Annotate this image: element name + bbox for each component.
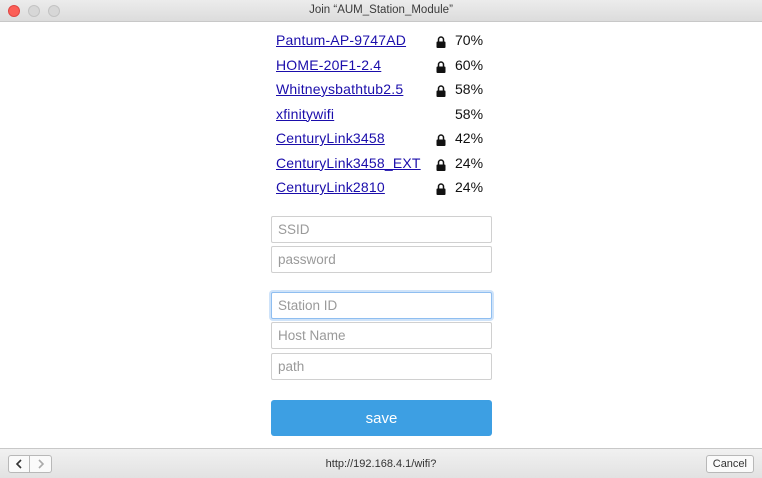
network-row: CenturyLink3458 42% [276, 128, 496, 153]
lock-icon [436, 36, 446, 48]
lock-icon [436, 60, 446, 73]
network-row: Whitneysbathtub2.5 58% [276, 79, 496, 104]
signal-strength: 24% [455, 154, 484, 171]
network-row: CenturyLink3458_EXT 24% [276, 153, 496, 178]
network-row: CenturyLink2810 24% [276, 177, 496, 202]
page-content: Pantum-AP-9747AD 70% HOME-20F1-2.4 60% Whitn… [0, 22, 762, 448]
url-label: http://192.168.4.1/wifi? [325, 458, 437, 470]
network-row: Pantum-AP-9747AD 70% [276, 30, 496, 55]
signal-strength: 58% [455, 105, 484, 122]
signal-strength: 42% [455, 130, 484, 146]
network-link[interactable]: CenturyLink3458 [276, 130, 385, 146]
signal-strength: 58% [455, 81, 484, 97]
lock-icon [436, 183, 446, 195]
network-row: HOME-20F1-2.4 60% [276, 55, 496, 80]
network-link[interactable]: xfinitywifi [276, 106, 334, 122]
path-input[interactable] [271, 353, 492, 380]
window-title: Join “AUM_Station_Module” [309, 4, 453, 16]
host-name-input[interactable] [271, 322, 492, 349]
network-link[interactable]: Whitneysbathtub2.5 [276, 81, 403, 97]
station-id-input[interactable] [271, 292, 492, 319]
lock-icon [436, 134, 446, 146]
network-list: Pantum-AP-9747AD 70% HOME-20F1-2.4 60% Whitn… [276, 30, 496, 202]
network-link[interactable]: Pantum-AP-9747AD [276, 32, 406, 48]
password-input[interactable] [271, 246, 492, 273]
network-link[interactable]: CenturyLink3458_EXT [276, 155, 421, 171]
signal-strength: 70% [455, 32, 484, 48]
bottom-bar: http://192.168.4.1/wifi? Cancel [0, 448, 762, 478]
cancel-button[interactable]: Cancel [705, 455, 754, 473]
save-button[interactable]: save [271, 400, 492, 436]
signal-strength: 60% [455, 56, 484, 73]
network-row: xfinitywifi 58% [276, 104, 496, 129]
network-link[interactable]: HOME-20F1-2.4 [276, 57, 381, 73]
network-link[interactable]: CenturyLink2810 [276, 179, 385, 195]
lock-icon [436, 85, 446, 97]
title-bar: Join “AUM_Station_Module” [0, 0, 762, 22]
ssid-input[interactable] [271, 216, 492, 243]
signal-strength: 24% [455, 179, 484, 195]
lock-icon [436, 158, 446, 171]
